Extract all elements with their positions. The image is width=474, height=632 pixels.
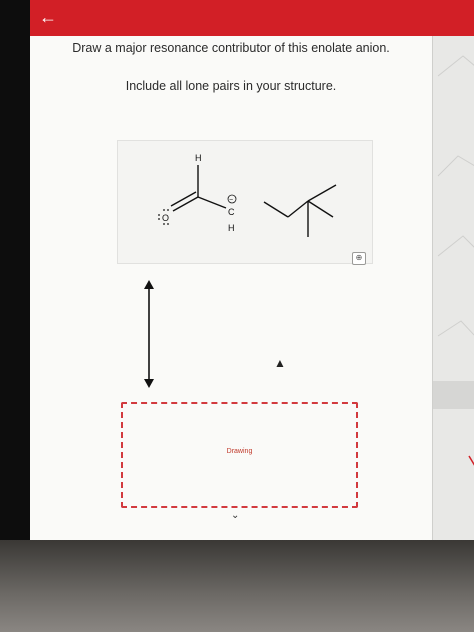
lone-pair-dot [163,223,165,225]
question-prompt: Draw a major resonance contributor of th… [72,41,390,55]
carbon-atom: C [228,207,235,217]
drawing-area[interactable]: Drawing [121,402,358,508]
c-o-bond-1 [172,196,199,212]
c-c-bond-1 [197,196,227,209]
lone-pair-dot [163,209,165,211]
question-instruction: Include all lone pairs in your structure… [125,79,337,93]
charge-sign: − [229,197,233,204]
arrow-left-icon[interactable]: ← [39,6,57,28]
hexagon-pattern [433,55,474,466]
app-screen: ← Draw a major resonance contributor of … [30,0,474,540]
lone-pair-dot [158,218,160,220]
laptop-bezel [0,0,30,545]
mouse-cursor-icon: ▲ [274,356,286,370]
c-c-bond-3 [287,200,309,218]
oxygen-atom: O [162,213,169,223]
c-c-bond-2 [263,201,289,218]
drawing-label: Drawing [226,448,253,455]
question-area: Draw a major resonance contributor of th… [30,36,432,540]
zoom-icon[interactable]: ⊕ [352,252,366,265]
lone-pair-dot [167,223,169,225]
tbu-bond-1 [307,184,337,202]
tbu-bond-2 [307,200,334,218]
enolate-structure: O H − C H [158,153,337,237]
molecule-panel: O H − C H [117,140,373,264]
c-o-bond-2 [170,191,197,207]
desk-surface [0,540,474,632]
header-bar: ← [30,0,474,36]
lone-pair-dot [158,214,160,216]
hydrogen-bottom-atom: H [228,223,235,233]
lone-pair-dot [167,209,169,211]
resonance-arrow [144,280,154,388]
chevron-down-icon[interactable]: ⌄ [231,510,239,521]
side-panel [432,36,474,540]
hydrogen-top-atom: H [195,153,202,163]
